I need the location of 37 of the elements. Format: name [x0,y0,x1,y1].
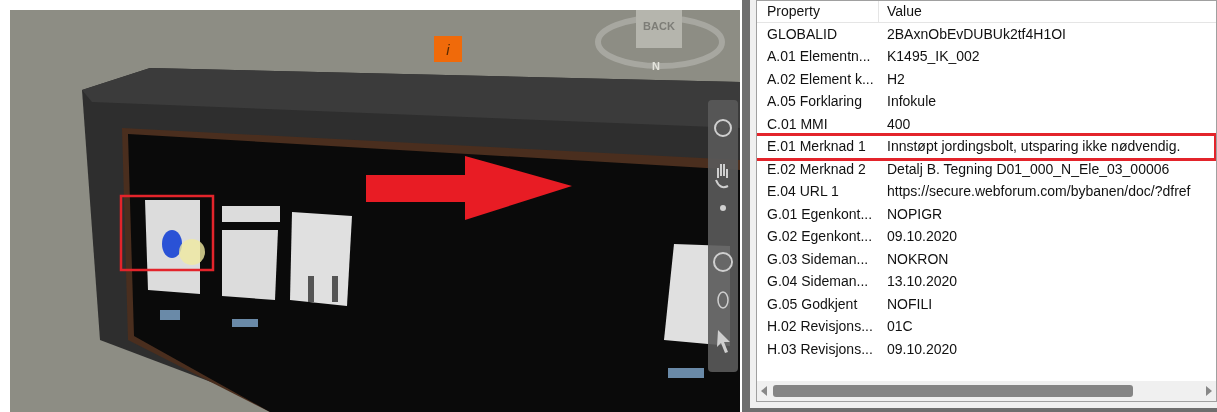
property-name: E.01 Merknad 1 [766,137,867,157]
property-name: G.01 Egenkont... [766,204,874,224]
property-name: A.05 Forklaring [766,92,863,112]
property-value: 09.10.2020 [886,227,958,247]
column-header[interactable]: Value [879,1,922,22]
property-name: E.04 URL 1 [766,182,840,202]
property-value: Innstøpt jordingsbolt, utsparing ikke nødvendig. [886,137,1181,157]
property-name: A.01 Elementn... [766,47,872,67]
scrollbar-thumb[interactable] [773,385,1133,397]
property-value: Infokule [886,92,937,112]
property-name: G.03 Sideman... [766,249,870,269]
property-name: GLOBALID [766,24,839,44]
info-marker-icon: i [434,36,462,62]
property-value: Detalj B. Tegning D01_000_N_Ele_03_00006 [886,159,1170,179]
property-value: 13.10.2020 [886,272,958,292]
property-name: H.03 Revisjons... [766,339,874,359]
scroll-right-icon[interactable] [1206,386,1212,396]
property-value: 09.10.2020 [886,339,958,359]
property-value: https://secure.webforum.com/bybanen/doc/?dfref [886,182,1191,202]
scroll-left-icon[interactable] [761,386,767,396]
property-value: NOFILI [886,294,933,314]
property-name: E.02 Merknad 2 [766,159,867,179]
property-value: 400 [886,114,911,134]
property-name: G.02 Egenkont... [766,227,874,247]
property-value: NOPIGR [886,204,943,224]
property-name: A.02 Element k... [766,69,875,89]
property-name: G.04 Sideman... [766,272,870,292]
column-header[interactable]: Property [757,1,879,22]
property-name: H.02 Revisjons... [766,317,874,337]
property-value: 01C [886,317,913,337]
property-name: C.01 MMI [766,114,829,134]
property-value: 2BAxnObEvDUBUk2tf4H1OI [886,24,1066,44]
property-value: NOKRON [886,249,949,269]
navigation-bar[interactable] [708,100,738,372]
property-value: H2 [886,69,905,89]
property-value: K1495_IK_002 [886,47,980,67]
property-name: G.05 Godkjent [766,294,859,314]
